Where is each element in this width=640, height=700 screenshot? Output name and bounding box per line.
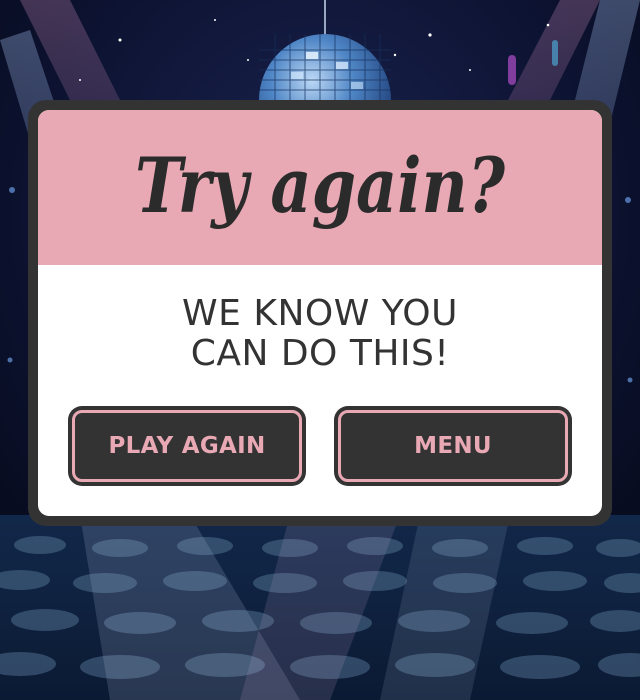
message-line-1: WE KNOW YOU [182, 293, 458, 334]
menu-button[interactable]: MENU [334, 406, 572, 486]
title-heading-svg: Try again? [135, 141, 506, 230]
play-again-label: PLAY AGAIN [108, 433, 266, 459]
play-again-button[interactable]: PLAY AGAIN [68, 406, 306, 486]
try-again-dialog: Try again? WE KNOW YOU CAN DO THIS! PLAY… [28, 100, 612, 526]
encouragement-message: WE KNOW YOU CAN DO THIS! [38, 294, 602, 374]
title-banner: Try again? [38, 110, 602, 265]
dialog-title: Try again? [135, 141, 506, 230]
menu-label: MENU [414, 433, 492, 459]
message-line-2: CAN DO THIS! [190, 333, 450, 374]
dialog-panel: Try again? WE KNOW YOU CAN DO THIS! PLAY… [38, 110, 602, 516]
